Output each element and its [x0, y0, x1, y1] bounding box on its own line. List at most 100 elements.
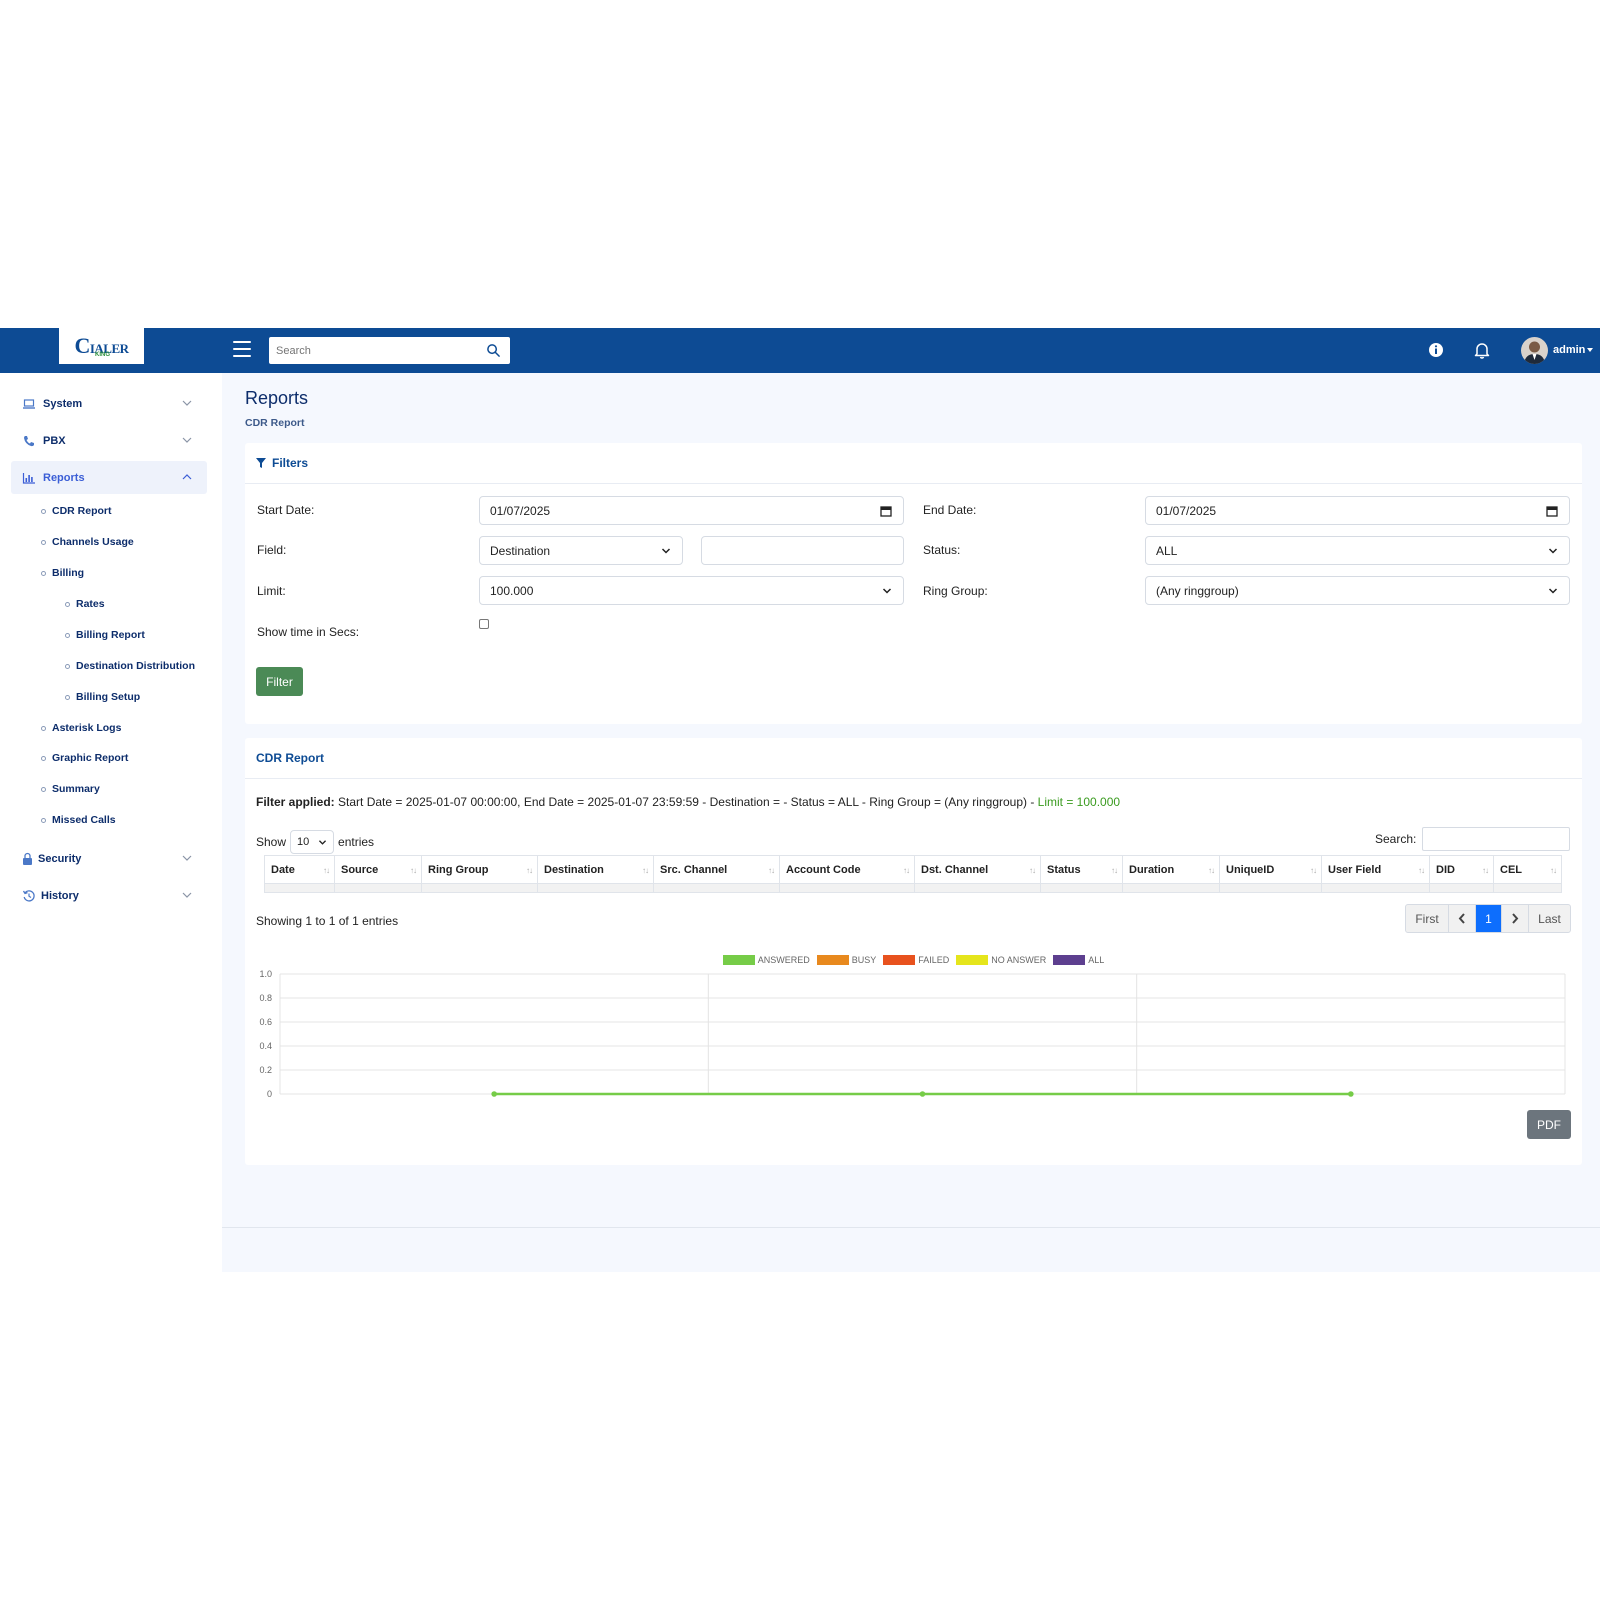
sidebar-item-history[interactable]: History [11, 879, 207, 912]
pagination-last[interactable]: Last [1529, 905, 1570, 932]
sidebar-item-rates[interactable]: Rates [65, 598, 105, 610]
column-header[interactable]: Account Code ↑↓ [779, 855, 915, 884]
sidebar-item-system[interactable]: System [11, 387, 207, 420]
info-icon[interactable] [1426, 340, 1446, 360]
chevron-up-icon [182, 474, 192, 480]
table-info: Showing 1 to 1 of 1 entries [256, 914, 399, 928]
sort-icon: ↑↓ [410, 866, 417, 875]
sidebar-item-destination-distribution[interactable]: Destination Distribution [65, 660, 195, 672]
sort-icon: ↑↓ [526, 866, 533, 875]
chevron-down-icon [182, 855, 192, 861]
column-header[interactable]: UniqueID ↑↓ [1219, 855, 1322, 884]
sidebar-item-graphic-report[interactable]: Graphic Report [41, 752, 128, 764]
cdr-report-header: CDR Report [245, 738, 1582, 779]
chart-legend: ANSWERED BUSY FAILED NO ANSWER ALL [245, 955, 1582, 965]
chevron-down-icon [319, 840, 327, 845]
hamburger-menu-icon[interactable] [233, 341, 251, 357]
table-cell [1321, 883, 1430, 893]
table-cell [264, 883, 335, 893]
sidebar-item-summary[interactable]: Summary [41, 783, 100, 795]
sort-icon: ↑↓ [1029, 866, 1036, 875]
y-tick-label: 0.8 [259, 993, 272, 1003]
status-select[interactable]: ALL [1145, 536, 1570, 565]
show-secs-checkbox[interactable] [479, 619, 489, 629]
table-cell [1219, 883, 1322, 893]
sort-icon: ↑↓ [323, 866, 330, 875]
table-cell [1493, 883, 1562, 893]
sidebar-item-channels-usage[interactable]: Channels Usage [41, 536, 134, 548]
top-navbar: CIALER KING admin [0, 328, 1600, 373]
show-secs-label: Show time in Secs: [257, 625, 360, 639]
filter-applied-summary: Filter applied: Start Date = 2025-01-07 … [256, 795, 1121, 809]
field-value-input[interactable] [701, 536, 904, 565]
cdr-report-card: CDR Report Filter applied: Start Date = … [245, 738, 1582, 1165]
legend-item[interactable]: FAILED [883, 955, 949, 965]
legend-item[interactable]: ALL [1053, 955, 1104, 965]
limit-select[interactable]: 100.000 [479, 576, 904, 605]
column-header[interactable]: DID ↑↓ [1429, 855, 1494, 884]
global-search-input[interactable] [269, 337, 479, 364]
pagination-first[interactable]: First [1406, 905, 1449, 932]
user-menu[interactable]: admin [1553, 344, 1594, 356]
table-cell [1040, 883, 1123, 893]
ring-group-label: Ring Group: [923, 584, 988, 598]
column-header[interactable]: Src. Channel ↑↓ [653, 855, 780, 884]
sidebar-item-billing-setup[interactable]: Billing Setup [65, 691, 140, 703]
column-header[interactable]: Status ↑↓ [1040, 855, 1123, 884]
calendar-icon[interactable] [1546, 505, 1558, 517]
sidebar-item-security[interactable]: Security [11, 842, 207, 875]
pagination-page-1[interactable]: 1 [1476, 905, 1502, 932]
logo[interactable]: CIALER KING [59, 328, 144, 364]
column-header[interactable]: Destination ↑↓ [537, 855, 654, 884]
sidebar-item-asterisk-logs[interactable]: Asterisk Logs [41, 722, 121, 734]
sidebar-item-reports[interactable]: Reports [11, 461, 207, 494]
bell-icon[interactable] [1472, 340, 1492, 360]
end-date-label: End Date: [923, 503, 977, 517]
sort-icon: ↑↓ [768, 866, 775, 875]
sidebar-item-pbx[interactable]: PBX [11, 424, 207, 457]
chevron-down-icon [182, 400, 192, 406]
pdf-button[interactable]: PDF [1527, 1110, 1571, 1139]
data-point [491, 1091, 497, 1097]
chevron-down-icon [1548, 588, 1558, 594]
start-date-label: Start Date: [257, 503, 315, 517]
table-cell [914, 883, 1041, 893]
sidebar-item-missed-calls[interactable]: Missed Calls [41, 814, 116, 826]
sidebar-item-billing[interactable]: Billing [41, 567, 84, 579]
footer-divider [222, 1227, 1600, 1228]
column-header[interactable]: Source ↑↓ [334, 855, 422, 884]
chevron-down-icon [182, 892, 192, 898]
column-header[interactable]: Duration ↑↓ [1122, 855, 1220, 884]
entries-length-select[interactable]: 10 [290, 830, 335, 854]
column-header[interactable]: Ring Group ↑↓ [421, 855, 538, 884]
filter-button[interactable]: Filter [256, 667, 303, 696]
table-search-input[interactable] [1422, 827, 1570, 851]
avatar[interactable] [1521, 337, 1548, 364]
legend-item[interactable]: NO ANSWER [956, 955, 1046, 965]
filters-header[interactable]: Filters [245, 443, 1582, 484]
ring-group-select[interactable]: (Any ringgroup) [1145, 576, 1570, 605]
legend-item[interactable]: BUSY [816, 955, 876, 965]
sidebar-item-cdr-report[interactable]: CDR Report [41, 505, 112, 517]
lock-icon [23, 852, 32, 865]
sort-icon: ↑↓ [1310, 866, 1317, 875]
pagination-prev[interactable] [1449, 905, 1476, 932]
search-icon[interactable] [486, 343, 501, 358]
pagination-next[interactable] [1502, 905, 1529, 932]
column-header[interactable]: Date ↑↓ [264, 855, 335, 884]
y-tick-label: 0.6 [259, 1017, 272, 1027]
status-label: Status: [923, 543, 961, 557]
sidebar-item-billing-report[interactable]: Billing Report [65, 629, 145, 641]
legend-item[interactable]: ANSWERED [722, 955, 810, 965]
column-header[interactable]: User Field ↑↓ [1321, 855, 1430, 884]
column-header[interactable]: CEL ↑↓ [1493, 855, 1562, 884]
end-date-field[interactable]: 01/07/2025 [1145, 496, 1570, 525]
pagination: First 1 Last [1405, 904, 1571, 933]
calendar-icon[interactable] [880, 505, 892, 517]
chevron-down-icon [661, 548, 671, 554]
field-select[interactable]: Destination [479, 536, 683, 565]
cdr-line-chart: 1.0 0.8 0.6 0.4 0.2 0 [259, 969, 1566, 1099]
start-date-field[interactable]: 01/07/2025 [479, 496, 904, 525]
column-header[interactable]: Dst. Channel ↑↓ [914, 855, 1041, 884]
laptop-icon [23, 398, 35, 409]
